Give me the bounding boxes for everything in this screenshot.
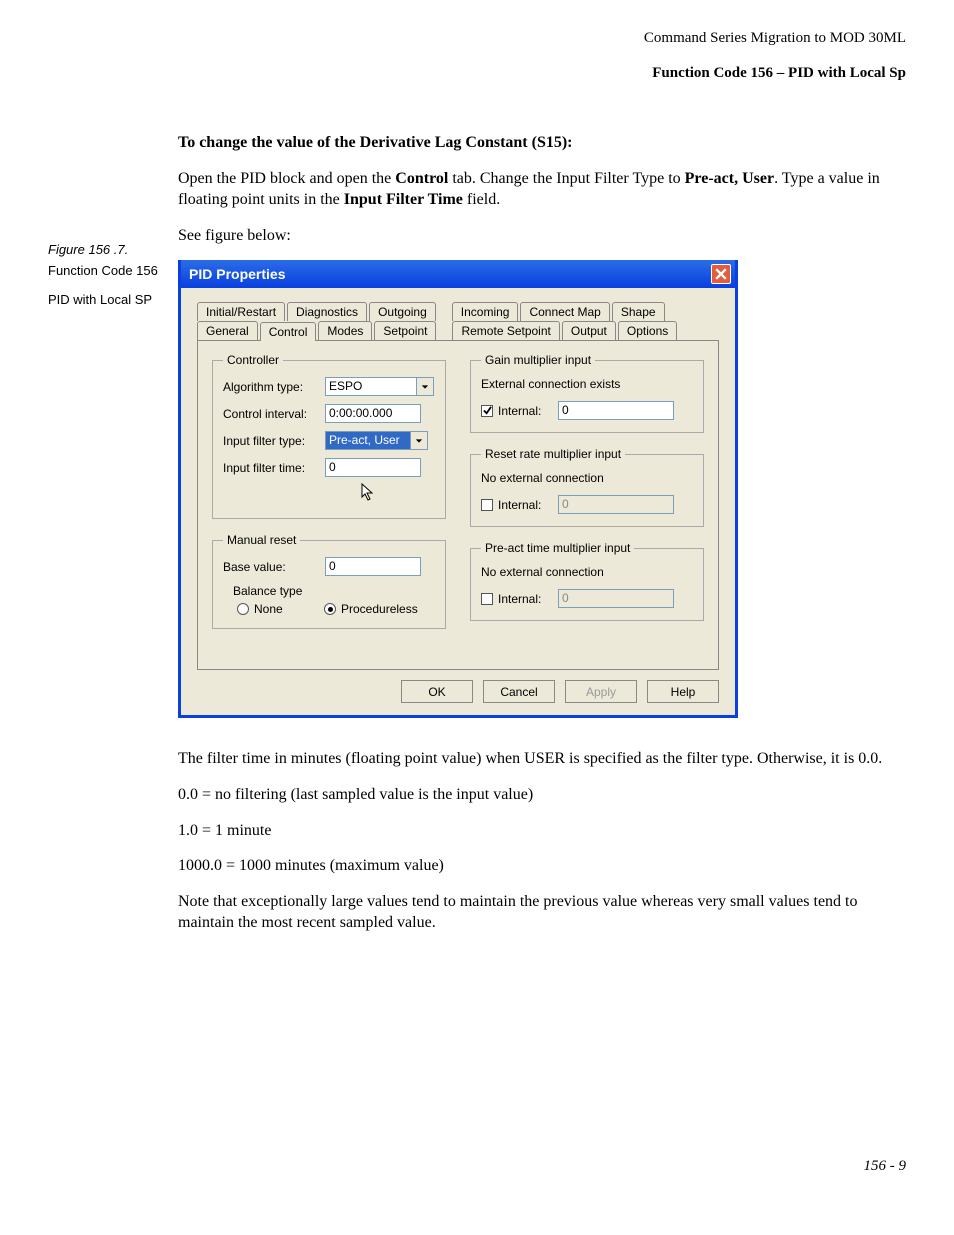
gain-internal-input[interactable]: 0 xyxy=(558,401,674,420)
see-figure: See figure below: xyxy=(178,225,906,247)
control-interval-label: Control interval: xyxy=(223,407,325,421)
page-number: 156 - 9 xyxy=(864,1158,907,1175)
dialog-title: PID Properties xyxy=(189,266,285,282)
close-icon[interactable] xyxy=(711,264,731,284)
reset-internal-label: Internal: xyxy=(498,498,558,512)
reset-external-text: No external connection xyxy=(481,471,693,485)
manual-reset-group: Manual reset Base value: 0 Balance type … xyxy=(212,533,446,629)
after-text-4: 1000.0 = 1000 minutes (maximum value) xyxy=(178,855,906,877)
after-text-3: 1.0 = 1 minute xyxy=(178,820,906,842)
preact-time-group: Pre-act time multiplier input No externa… xyxy=(470,541,704,621)
gain-internal-label: Internal: xyxy=(498,404,558,418)
reset-internal-checkbox[interactable] xyxy=(481,499,493,511)
gain-external-text: External connection exists xyxy=(481,377,693,391)
gain-multiplier-group: Gain multiplier input External connectio… xyxy=(470,353,704,433)
manual-reset-legend: Manual reset xyxy=(223,533,300,547)
ok-button[interactable]: OK xyxy=(401,680,473,703)
input-filter-time-label: Input filter time: xyxy=(223,461,325,475)
after-text-2: 0.0 = no filtering (last sampled value i… xyxy=(178,784,906,806)
preact-external-text: No external connection xyxy=(481,565,693,579)
control-interval-input[interactable]: 0:00:00.000 xyxy=(325,404,421,423)
section-heading: To change the value of the Derivative La… xyxy=(178,132,906,154)
algorithm-type-select[interactable]: ESPO xyxy=(325,377,417,396)
balance-procedureless-label: Procedureless xyxy=(341,602,418,616)
tab-setpoint[interactable]: Setpoint xyxy=(374,321,436,340)
tab-connect-map[interactable]: Connect Map xyxy=(520,302,609,321)
input-filter-time-input[interactable]: 0 xyxy=(325,458,421,477)
gain-internal-checkbox[interactable] xyxy=(481,405,493,417)
balance-none-radio[interactable] xyxy=(237,603,249,615)
tab-initial-restart[interactable]: Initial/Restart xyxy=(197,302,285,321)
tab-outgoing[interactable]: Outgoing xyxy=(369,302,436,321)
balance-procedureless-radio[interactable] xyxy=(324,603,336,615)
titlebar[interactable]: PID Properties xyxy=(181,260,735,288)
cancel-button[interactable]: Cancel xyxy=(483,680,555,703)
reset-rate-legend: Reset rate multiplier input xyxy=(481,447,625,461)
input-filter-type-select[interactable]: Pre-act, User xyxy=(325,431,411,450)
base-value-label: Base value: xyxy=(223,560,325,574)
help-button[interactable]: Help xyxy=(647,680,719,703)
balance-type-label: Balance type xyxy=(233,584,435,598)
preact-internal-input: 0 xyxy=(558,589,674,608)
header-line1: Command Series Migration to MOD 30ML xyxy=(48,30,906,47)
gain-multiplier-legend: Gain multiplier input xyxy=(481,353,595,367)
tab-diagnostics[interactable]: Diagnostics xyxy=(287,302,367,321)
input-filter-type-label: Input filter type: xyxy=(223,434,325,448)
tab-incoming[interactable]: Incoming xyxy=(452,302,519,321)
tab-control[interactable]: Control xyxy=(260,322,317,341)
after-text-1: The filter time in minutes (floating poi… xyxy=(178,748,906,770)
preact-time-legend: Pre-act time multiplier input xyxy=(481,541,634,555)
balance-none-label: None xyxy=(254,602,324,616)
tab-output[interactable]: Output xyxy=(562,321,616,340)
header-line2: Function Code 156 – PID with Local Sp xyxy=(48,65,906,82)
controller-group: Controller Algorithm type: ESPO Control … xyxy=(212,353,446,519)
base-value-input[interactable]: 0 xyxy=(325,557,421,576)
intro-paragraph: Open the PID block and open the Control … xyxy=(178,168,906,211)
tab-options[interactable]: Options xyxy=(618,321,677,340)
after-text-5: Note that exceptionally large values ten… xyxy=(178,891,906,934)
cursor-icon xyxy=(361,483,375,501)
preact-internal-checkbox[interactable] xyxy=(481,593,493,605)
figure-number: Figure 156 .7. xyxy=(48,242,178,257)
chevron-down-icon[interactable] xyxy=(411,431,428,450)
reset-rate-group: Reset rate multiplier input No external … xyxy=(470,447,704,527)
apply-button: Apply xyxy=(565,680,637,703)
tab-remote-setpoint[interactable]: Remote Setpoint xyxy=(452,321,559,340)
tab-general[interactable]: General xyxy=(197,321,258,340)
tab-modes[interactable]: Modes xyxy=(318,321,372,340)
figure-desc: PID with Local SP xyxy=(48,292,178,307)
algorithm-type-label: Algorithm type: xyxy=(223,380,325,394)
reset-internal-input: 0 xyxy=(558,495,674,514)
figure-fc: Function Code 156 xyxy=(48,263,178,278)
chevron-down-icon[interactable] xyxy=(417,377,434,396)
pid-properties-dialog: PID Properties Initial/Restart Diagnosti… xyxy=(178,260,738,718)
preact-internal-label: Internal: xyxy=(498,592,558,606)
tab-shape[interactable]: Shape xyxy=(612,302,665,321)
controller-legend: Controller xyxy=(223,353,283,367)
